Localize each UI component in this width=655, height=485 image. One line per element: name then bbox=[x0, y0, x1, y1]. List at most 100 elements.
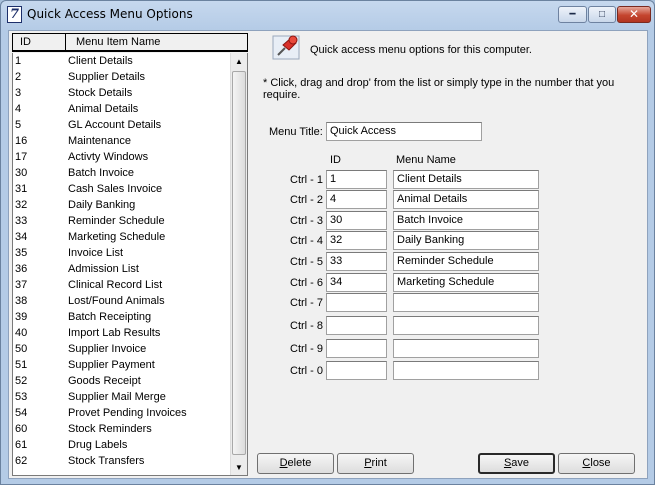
list-item-name: Supplier Invoice bbox=[68, 343, 147, 355]
list-item[interactable]: 17 Activty Windows bbox=[13, 150, 231, 166]
delete-button[interactable]: Delete bbox=[257, 453, 334, 474]
slot-id-input[interactable] bbox=[326, 293, 387, 312]
scroll-down-icon[interactable]: ▼ bbox=[231, 459, 247, 475]
list-header-name[interactable]: Menu Item Name bbox=[76, 36, 160, 48]
list-item-id: 62 bbox=[15, 455, 28, 467]
slot-name-input[interactable]: Reminder Schedule bbox=[393, 252, 539, 271]
list-item[interactable]: 1 Client Details bbox=[13, 54, 231, 70]
slot-id-input[interactable]: 4 bbox=[326, 190, 387, 209]
list-item-id: 53 bbox=[15, 391, 28, 403]
title-bar[interactable]: 7 Quick Access Menu Options ━ □ ✕ bbox=[1, 1, 654, 29]
list-item[interactable]: 5 GL Account Details bbox=[13, 118, 231, 134]
list-item[interactable]: 4 Animal Details bbox=[13, 102, 231, 118]
print-button[interactable]: Print bbox=[337, 453, 414, 474]
slot-name-input[interactable]: Daily Banking bbox=[393, 231, 539, 250]
app-icon: 7 bbox=[7, 6, 22, 23]
close-button[interactable]: Close bbox=[558, 453, 635, 474]
print-label: rint bbox=[371, 457, 387, 469]
list-item[interactable]: 32 Daily Banking bbox=[13, 198, 231, 214]
list-item[interactable]: 34 Marketing Schedule bbox=[13, 230, 231, 246]
menu-name-column-label: Menu Name bbox=[396, 154, 456, 166]
list-item[interactable]: 40 Import Lab Results bbox=[13, 326, 231, 342]
ctrl-label: Ctrl - 7 bbox=[290, 297, 323, 309]
list-scrollbar[interactable]: ▲ ▼ bbox=[230, 53, 247, 475]
pushpin-icon bbox=[272, 35, 300, 60]
scroll-thumb[interactable] bbox=[232, 71, 246, 455]
maximize-icon: □ bbox=[598, 9, 606, 20]
list-item-id: 17 bbox=[15, 151, 28, 163]
slot-name-input[interactable]: Batch Invoice bbox=[393, 211, 539, 230]
menu-item-list[interactable]: 62 Stock Transfers 61 Drug Labels 60 Stock Re… bbox=[12, 53, 248, 476]
list-item-name: Provet Pending Invoices bbox=[68, 407, 187, 419]
slot-id-input[interactable]: 33 bbox=[326, 252, 387, 271]
list-item-name: Daily Banking bbox=[68, 199, 136, 211]
list-item-id: 16 bbox=[15, 135, 28, 147]
list-item[interactable]: 30 Batch Invoice bbox=[13, 166, 231, 182]
list-item-id: 32 bbox=[15, 199, 28, 211]
close-label: lose bbox=[590, 457, 611, 469]
slot-id-input[interactable]: 32 bbox=[326, 231, 387, 250]
list-item[interactable]: 38 Lost/Found Animals bbox=[13, 294, 231, 310]
list-item[interactable]: 3 Stock Details bbox=[13, 86, 231, 102]
list-item[interactable]: 52 Goods Receipt bbox=[13, 374, 231, 390]
menu-title-label: Menu Title: bbox=[269, 126, 323, 138]
ctrl-label: Ctrl - 8 bbox=[290, 320, 323, 332]
list-item[interactable]: 2 Supplier Details bbox=[13, 70, 231, 86]
list-item[interactable]: 35 Invoice List bbox=[13, 246, 231, 262]
column-divider[interactable] bbox=[65, 34, 66, 51]
list-header-id[interactable]: ID bbox=[20, 36, 31, 48]
list-item-id: 33 bbox=[15, 215, 28, 227]
list-item-name: Drug Labels bbox=[68, 439, 128, 451]
dialog-body: ID Menu Item Name 62 Stock Transfers 61 Dru… bbox=[8, 30, 648, 479]
list-item-id: 37 bbox=[15, 279, 28, 291]
slot-name-input[interactable] bbox=[393, 316, 539, 335]
list-item-id: 60 bbox=[15, 423, 28, 435]
list-item-name: Cash Sales Invoice bbox=[68, 183, 163, 195]
list-item-id: 61 bbox=[15, 439, 28, 451]
ctrl-label: Ctrl - 6 bbox=[290, 277, 323, 289]
slot-id-input[interactable]: 1 bbox=[326, 170, 387, 189]
list-item[interactable]: 39 Batch Receipting bbox=[13, 310, 231, 326]
list-item[interactable]: 37 Clinical Record List bbox=[13, 278, 231, 294]
list-item[interactable]: 61 Drug Labels bbox=[13, 438, 231, 454]
maximize-button[interactable]: □ bbox=[588, 6, 616, 23]
list-item-id: 39 bbox=[15, 311, 28, 323]
list-item[interactable]: 54 Provet Pending Invoices bbox=[13, 406, 231, 422]
slot-id-input[interactable] bbox=[326, 361, 387, 380]
ctrl-label: Ctrl - 5 bbox=[290, 256, 323, 268]
menu-title-input[interactable]: Quick Access bbox=[326, 122, 482, 141]
slot-name-input[interactable]: Client Details bbox=[393, 170, 539, 189]
ctrl-label: Ctrl - 0 bbox=[290, 365, 323, 377]
save-button[interactable]: Save bbox=[478, 453, 555, 474]
slot-id-input[interactable]: 30 bbox=[326, 211, 387, 230]
list-item-name: Animal Details bbox=[68, 103, 139, 115]
slot-name-input[interactable]: Animal Details bbox=[393, 190, 539, 209]
list-item-name: Import Lab Results bbox=[68, 327, 161, 339]
slot-id-input[interactable] bbox=[326, 316, 387, 335]
list-item[interactable]: 36 Admission List bbox=[13, 262, 231, 278]
list-item[interactable]: 60 Stock Reminders bbox=[13, 422, 231, 438]
slot-name-input[interactable] bbox=[393, 339, 539, 358]
list-item[interactable]: 51 Supplier Payment bbox=[13, 358, 231, 374]
list-item[interactable]: 31 Cash Sales Invoice bbox=[13, 182, 231, 198]
scroll-up-icon[interactable]: ▲ bbox=[231, 53, 247, 70]
ctrl-label: Ctrl - 3 bbox=[290, 215, 323, 227]
list-item-id: 31 bbox=[15, 183, 28, 195]
list-item-name: Supplier Details bbox=[68, 71, 146, 83]
slot-name-input[interactable] bbox=[393, 361, 539, 380]
slot-id-input[interactable] bbox=[326, 339, 387, 358]
list-item[interactable]: 62 Stock Transfers bbox=[13, 454, 231, 470]
list-item[interactable]: 53 Supplier Mail Merge bbox=[13, 390, 231, 406]
hint-text: * Click, drag and drop' from the list or… bbox=[263, 77, 615, 101]
slot-id-input[interactable]: 34 bbox=[326, 273, 387, 292]
list-item[interactable]: 33 Reminder Schedule bbox=[13, 214, 231, 230]
minimize-button[interactable]: ━ bbox=[558, 6, 587, 23]
ctrl-label: Ctrl - 1 bbox=[290, 174, 323, 186]
list-item-id: 2 bbox=[15, 71, 22, 83]
list-item[interactable]: 16 Maintenance bbox=[13, 134, 231, 150]
slot-name-input[interactable]: Marketing Schedule bbox=[393, 273, 539, 292]
list-item[interactable]: 50 Supplier Invoice bbox=[13, 342, 231, 358]
list-item-id: 30 bbox=[15, 167, 28, 179]
close-window-button[interactable]: ✕ bbox=[617, 6, 651, 23]
slot-name-input[interactable] bbox=[393, 293, 539, 312]
